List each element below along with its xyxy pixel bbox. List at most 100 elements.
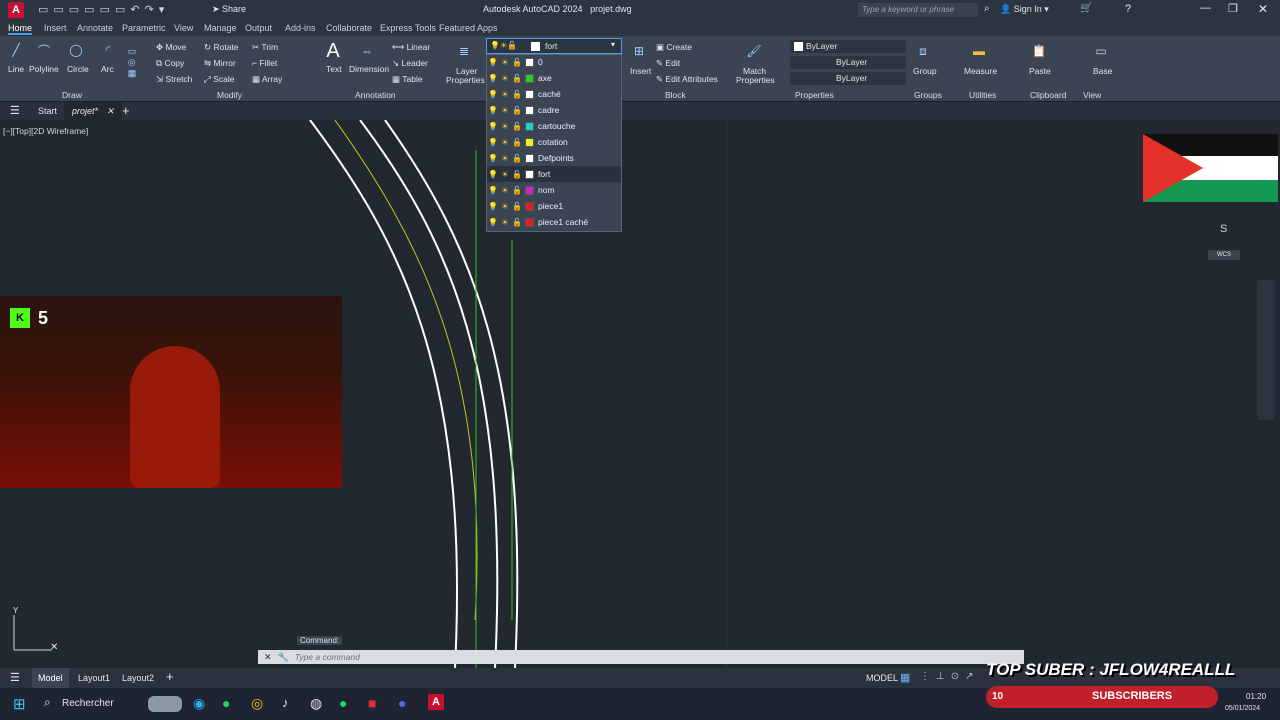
clipboard-panel-label[interactable]: Clipboard xyxy=(1030,90,1066,100)
layout1-tab[interactable]: Layout1 xyxy=(78,673,110,683)
paste-button[interactable]: Paste xyxy=(1029,66,1051,76)
layer-list-item[interactable]: 💡 ☀ 🔓 fort xyxy=(487,166,621,182)
lock-icon[interactable]: 🔓 xyxy=(511,138,523,147)
lock-icon[interactable]: 🔓 xyxy=(511,106,523,115)
modify-panel-label[interactable]: Modify xyxy=(217,90,242,100)
share-button[interactable]: ➤ Share xyxy=(212,4,246,15)
taskbar-search-label[interactable]: Rechercher xyxy=(62,698,114,709)
circle-icon[interactable]: ◯ xyxy=(66,40,86,60)
layer-properties-icon[interactable]: ≣ xyxy=(452,40,476,62)
fillet-button[interactable]: ⌐ Fillet xyxy=(252,58,277,68)
circle-button[interactable]: Circle xyxy=(67,64,89,74)
lock-icon[interactable]: 🔓 xyxy=(511,90,523,99)
lock-icon[interactable]: 🔓 xyxy=(511,122,523,131)
chevron-down-icon[interactable]: ▾ xyxy=(611,40,615,49)
new-layout-icon[interactable]: + xyxy=(166,669,174,684)
edit-attributes-button[interactable]: ✎ Edit Attributes xyxy=(656,74,718,85)
freeze-icon[interactable]: ☀ xyxy=(499,218,511,227)
layer-list-item[interactable]: 💡 ☀ 🔓 cadre xyxy=(487,102,621,118)
freeze-icon[interactable]: ☀ xyxy=(499,74,511,83)
close-command-icon[interactable]: ✕ xyxy=(264,652,272,663)
text-button[interactable]: Text xyxy=(326,64,342,74)
obs-icon[interactable]: ◍ xyxy=(310,695,322,712)
lineweight-dropdown[interactable]: ByLayer xyxy=(790,72,906,85)
leader-button[interactable]: ↘ Leader xyxy=(392,58,428,69)
measure-button[interactable]: Measure xyxy=(964,66,997,76)
layer-list-item[interactable]: 💡 ☀ 🔓 nom xyxy=(487,182,621,198)
layer-list-item[interactable]: 💡 ☀ 🔓 0 xyxy=(487,54,621,70)
tiktok-icon[interactable]: ♪ xyxy=(282,695,289,710)
insert-button[interactable]: Insert xyxy=(630,66,651,76)
tab-express-tools[interactable]: Express Tools xyxy=(380,23,436,33)
linear-button[interactable]: ⟷ Linear xyxy=(392,42,430,53)
layer-list-item[interactable]: 💡 ☀ 🔓 piece1 xyxy=(487,198,621,214)
close-tab-icon[interactable]: ✕ xyxy=(107,106,115,116)
block-panel-label[interactable]: Block xyxy=(665,90,686,100)
measure-icon[interactable]: ▬ xyxy=(968,40,990,62)
annotation-panel-label[interactable]: Annotation xyxy=(355,90,396,100)
paste-icon[interactable]: 📋 xyxy=(1028,40,1050,62)
close-button[interactable]: ✕ xyxy=(1258,2,1268,16)
on-off-icon[interactable]: 💡 xyxy=(487,74,499,83)
on-off-icon[interactable]: 💡 xyxy=(487,202,499,211)
taskbar-time[interactable]: 01:20 xyxy=(1246,692,1266,701)
new-tab-icon[interactable]: + xyxy=(122,103,130,118)
lock-icon[interactable]: 🔓 xyxy=(511,186,523,195)
tab-output[interactable]: Output xyxy=(245,23,272,33)
model-space-button[interactable]: MODEL xyxy=(866,673,898,683)
table-button[interactable]: ▦ Table xyxy=(392,74,423,85)
on-off-icon[interactable]: 💡 xyxy=(487,138,499,147)
tab-collaborate[interactable]: Collaborate xyxy=(326,23,372,33)
base-button[interactable]: Base xyxy=(1093,66,1112,76)
status-tools-icons[interactable]: ⋮⊥⊙↗ xyxy=(920,671,979,682)
layer-list-item[interactable]: 💡 ☀ 🔓 cartouche xyxy=(487,118,621,134)
chrome-icon[interactable]: ◎ xyxy=(251,695,263,712)
viewcube-south-label[interactable]: S xyxy=(1220,223,1227,235)
navigation-bar[interactable] xyxy=(1257,280,1275,420)
tab-manage[interactable]: Manage xyxy=(204,23,237,33)
on-off-icon[interactable]: 💡 xyxy=(487,106,499,115)
freeze-icon[interactable]: ☀ xyxy=(499,202,511,211)
utilities-panel-label[interactable]: Utilities xyxy=(969,90,996,100)
autocad-logo-icon[interactable]: A xyxy=(8,2,24,18)
line-button[interactable]: Line xyxy=(8,64,24,74)
model-tab[interactable]: Model xyxy=(32,668,69,688)
array-button[interactable]: ▦ Array xyxy=(252,74,282,85)
tab-annotate[interactable]: Annotate xyxy=(77,23,113,33)
groups-panel-label[interactable]: Groups xyxy=(914,90,942,100)
on-off-icon[interactable]: 💡 xyxy=(487,122,499,131)
draw-panel-label[interactable]: Draw xyxy=(62,90,82,100)
arc-button[interactable]: Arc xyxy=(101,64,114,74)
trim-button[interactable]: ✂ Trim xyxy=(252,42,278,53)
polyline-button[interactable]: Polyline xyxy=(29,64,59,74)
rotate-button[interactable]: ↻ Rotate xyxy=(204,42,239,53)
customize-command-icon[interactable]: 🔧 xyxy=(278,652,289,663)
color-dropdown[interactable]: ByLayer xyxy=(790,40,906,53)
layer-dropdown[interactable]: 💡☀🔓 fort ▾ xyxy=(486,38,622,54)
create-block-button[interactable]: ▣ Create xyxy=(656,42,692,53)
spotify-2-icon[interactable]: ● xyxy=(339,695,347,711)
layer-list-item[interactable]: 💡 ☀ 🔓 piece1 caché xyxy=(487,214,621,230)
on-off-icon[interactable]: 💡 xyxy=(487,90,499,99)
match-properties-label-2[interactable]: Properties xyxy=(736,75,775,85)
tab-home[interactable]: Home xyxy=(8,23,33,35)
view-panel-label[interactable]: View xyxy=(1083,90,1101,100)
group-button[interactable]: Group xyxy=(913,66,937,76)
stretch-button[interactable]: ⇲ Stretch xyxy=(156,74,192,85)
drawing-canvas[interactable]: [−][Top][2D Wireframe] Y ✕ K 5 S WCS xyxy=(0,120,1280,668)
edge-icon[interactable]: ◉ xyxy=(193,695,205,712)
arc-icon[interactable]: ◜ xyxy=(98,40,118,60)
freeze-icon[interactable]: ☀ xyxy=(499,122,511,131)
text-icon[interactable]: A xyxy=(323,40,343,62)
match-properties-icon[interactable]: 🖌 xyxy=(743,40,765,62)
linetype-dropdown[interactable]: ByLayer xyxy=(790,56,906,69)
app-red-icon[interactable]: ■ xyxy=(368,695,376,711)
help-icon[interactable]: ? xyxy=(1125,3,1131,15)
draw-tools-icon[interactable]: ▭ ◎ ▦ xyxy=(124,40,140,84)
freeze-icon[interactable]: ☀ xyxy=(499,186,511,195)
dimension-button[interactable]: Dimension xyxy=(349,64,389,74)
line-icon[interactable]: ╱ xyxy=(6,40,26,60)
properties-panel-label[interactable]: Properties xyxy=(795,90,834,100)
on-off-icon[interactable]: 💡 xyxy=(487,218,499,227)
tab-featured-apps[interactable]: Featured Apps xyxy=(439,23,498,33)
